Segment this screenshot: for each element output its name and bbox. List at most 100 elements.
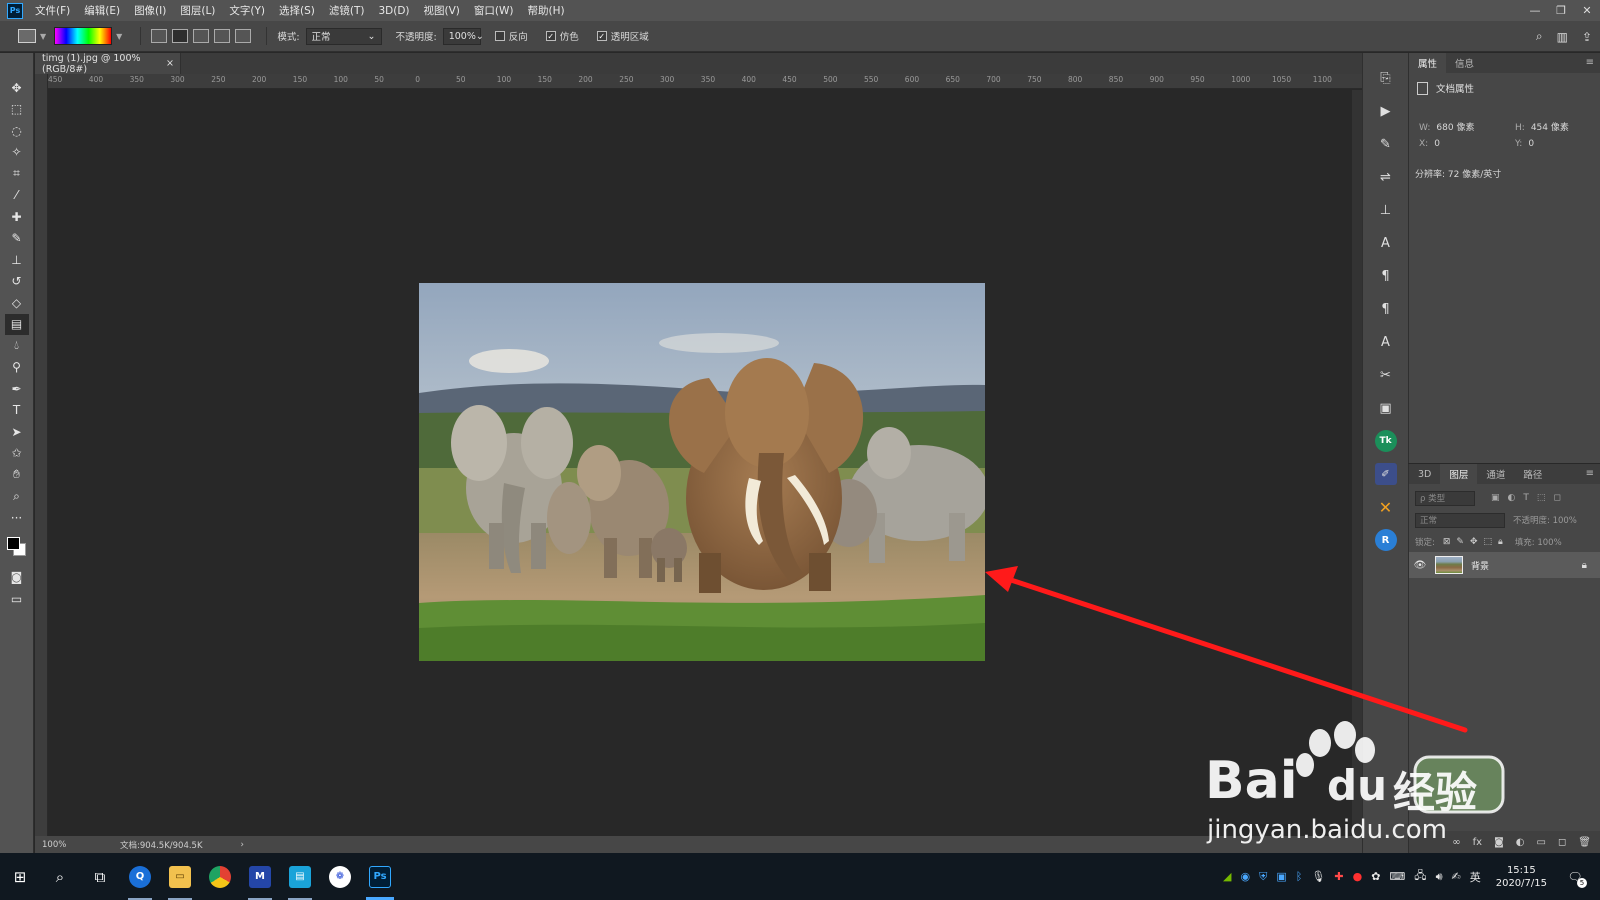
- magic-wand-icon[interactable]: ✧: [5, 142, 29, 164]
- chevron-down-icon[interactable]: ▼: [40, 32, 46, 41]
- panel-menu-icon[interactable]: ≡: [1586, 57, 1594, 68]
- layer-row-background[interactable]: 👁︎ 背景 🔒︎: [1409, 552, 1600, 578]
- record-icon[interactable]: ●: [1353, 870, 1363, 883]
- restore-button[interactable]: ❐: [1548, 0, 1574, 21]
- chevron-down-icon[interactable]: ▼: [116, 32, 122, 41]
- zoom-level[interactable]: 100%: [42, 840, 110, 850]
- network-icon[interactable]: 🖧︎: [1414, 867, 1426, 886]
- adjustment-layer-icon[interactable]: ◐: [1516, 837, 1525, 848]
- tool-preset-icon[interactable]: [18, 29, 36, 43]
- layer-style-icon[interactable]: fx: [1473, 837, 1482, 848]
- marquee-icon[interactable]: ⬚: [5, 99, 29, 121]
- trash-icon[interactable]: 🗑︎: [1578, 837, 1591, 848]
- close-icon[interactable]: ×: [166, 58, 174, 69]
- ime-indicator[interactable]: 英: [1470, 869, 1481, 885]
- tk-plugin-icon[interactable]: Tk: [1374, 430, 1397, 452]
- windows-start-icon[interactable]: ⊞: [0, 853, 40, 900]
- menu-layer[interactable]: 图层(L): [180, 3, 215, 18]
- shape-icon[interactable]: ✩: [5, 443, 29, 465]
- actions-panel-icon[interactable]: ▶: [1375, 100, 1397, 122]
- radial-gradient-button[interactable]: [172, 29, 189, 43]
- tab-layers[interactable]: 图层: [1440, 464, 1478, 484]
- search-icon[interactable]: ⌕: [1536, 29, 1543, 44]
- mode-select[interactable]: 正常 ⌄: [305, 27, 382, 45]
- paragraph-panel-icon[interactable]: ¶: [1375, 265, 1397, 287]
- reflected-gradient-button[interactable]: [214, 29, 231, 43]
- height-field[interactable]: H: 454 像素: [1515, 120, 1569, 133]
- type-icon[interactable]: T: [5, 400, 29, 422]
- pen-icon[interactable]: ✒: [5, 378, 29, 400]
- transparency-option[interactable]: ✓ 透明区域: [596, 29, 655, 43]
- pen-input-icon[interactable]: ✍: [1452, 870, 1461, 883]
- eyedropper-icon[interactable]: ⁄: [5, 185, 29, 207]
- menu-file[interactable]: 文件(F): [35, 3, 70, 18]
- color-swatches[interactable]: [5, 535, 29, 559]
- character-panel-icon[interactable]: A: [1375, 232, 1397, 254]
- rb-plugin-icon[interactable]: R: [1374, 529, 1397, 551]
- angle-gradient-button[interactable]: [193, 29, 210, 43]
- quick-mask-icon[interactable]: ◙: [5, 567, 29, 589]
- menu-select[interactable]: 选择(S): [279, 3, 315, 18]
- layer-opacity-label[interactable]: 不透明度: 100%: [1513, 514, 1577, 526]
- stamp-icon[interactable]: ⊥: [5, 249, 29, 271]
- share-icon[interactable]: ⇪: [1582, 30, 1592, 44]
- path-select-icon[interactable]: ➤: [5, 421, 29, 443]
- new-layer-icon[interactable]: ◻: [1558, 837, 1566, 848]
- blend-mode-select[interactable]: 正常: [1415, 512, 1505, 528]
- app-tray-icon[interactable]: ✿: [1371, 870, 1380, 883]
- bluetooth-icon[interactable]: ᛒ: [1296, 870, 1303, 883]
- menu-window[interactable]: 窗口(W): [474, 3, 514, 18]
- volume-icon[interactable]: 🔊︎: [1436, 870, 1443, 884]
- pen-plugin-icon[interactable]: ✐: [1374, 463, 1397, 485]
- hand-icon[interactable]: ✋︎: [5, 464, 29, 486]
- screen-mode-icon[interactable]: ▭: [5, 588, 29, 610]
- history-panel-icon[interactable]: ⎘: [1375, 67, 1397, 89]
- mask-icon[interactable]: ◙: [1494, 837, 1504, 848]
- document-tab[interactable]: timg (1).jpg @ 100%(RGB/8#) ×: [35, 53, 181, 75]
- y-field[interactable]: Y: 0: [1515, 139, 1534, 149]
- libraries-icon[interactable]: ▣: [1375, 397, 1397, 419]
- search-icon[interactable]: ⌕: [40, 853, 80, 900]
- layer-filter-select[interactable]: ρ 类型: [1415, 490, 1475, 506]
- dither-option[interactable]: ✓ 仿色: [545, 29, 585, 43]
- fill-label[interactable]: 填充: 100%: [1515, 536, 1562, 548]
- group-icon[interactable]: ▭: [1537, 837, 1546, 848]
- move-icon[interactable]: ✥: [5, 77, 29, 99]
- menu-view[interactable]: 视图(V): [424, 3, 460, 18]
- chevron-right-icon[interactable]: ›: [241, 840, 244, 850]
- tab-channels[interactable]: 通道: [1477, 464, 1514, 484]
- lasso-icon[interactable]: ◌: [5, 120, 29, 142]
- zoom-icon[interactable]: ⌕: [5, 486, 29, 508]
- taskbar-app-store[interactable]: ▤: [280, 853, 320, 900]
- menu-image[interactable]: 图像(I): [134, 3, 166, 18]
- brush-settings-icon[interactable]: ✎: [1375, 133, 1397, 155]
- dither-checkbox[interactable]: ✓: [545, 31, 556, 41]
- taskbar-app-m[interactable]: M: [240, 853, 280, 900]
- link-layers-icon[interactable]: ∞: [1452, 837, 1460, 848]
- antivirus-icon[interactable]: ✚: [1334, 870, 1343, 883]
- gradient-icon[interactable]: ▤: [4, 313, 29, 335]
- diamond-gradient-button[interactable]: [235, 29, 252, 43]
- taskbar-explorer[interactable]: ▭: [160, 853, 200, 900]
- foreground-color-swatch[interactable]: [6, 536, 20, 550]
- crop-icon[interactable]: ⌗: [5, 163, 29, 185]
- taskbar-browser[interactable]: Q: [120, 853, 160, 900]
- character-styles-icon[interactable]: A: [1375, 331, 1397, 353]
- adjustments-icon[interactable]: ⇌: [1375, 166, 1397, 188]
- eraser-icon[interactable]: ◇: [5, 292, 29, 314]
- tab-paths[interactable]: 路径: [1514, 464, 1551, 484]
- menu-3d[interactable]: 3D(D): [378, 5, 409, 17]
- lock-icons[interactable]: ⊠✎✥⬚🔒︎: [1443, 537, 1509, 547]
- workspace-icon[interactable]: ▥: [1557, 30, 1568, 44]
- panel-menu-icon[interactable]: ≡: [1586, 468, 1594, 479]
- eye-icon[interactable]: 👁︎: [1409, 560, 1431, 571]
- taskbar-photoshop[interactable]: Ps: [360, 853, 400, 900]
- dodge-icon[interactable]: ⚲: [5, 357, 29, 379]
- tool-presets-icon[interactable]: ✂: [1375, 364, 1397, 386]
- history-brush-icon[interactable]: ↺: [5, 271, 29, 293]
- tab-info[interactable]: 信息: [1446, 53, 1483, 73]
- menu-filter[interactable]: 滤镜(T): [329, 3, 365, 18]
- clone-source-icon[interactable]: ⊥: [1375, 199, 1397, 221]
- vertical-scrollbar[interactable]: [1352, 90, 1362, 836]
- close-button[interactable]: ✕: [1574, 0, 1600, 21]
